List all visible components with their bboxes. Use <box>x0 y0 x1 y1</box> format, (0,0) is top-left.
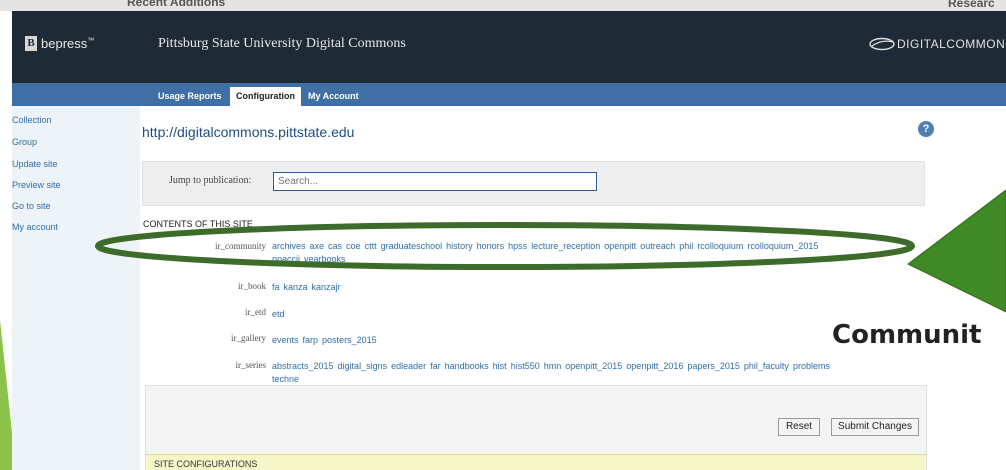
publication-link[interactable]: hpss <box>508 241 527 251</box>
background-slide-strip: Recent Additions Researc <box>0 0 1006 11</box>
behind-heading: Recent Additions <box>127 0 226 9</box>
publication-link[interactable]: yearbooks <box>304 254 346 264</box>
ir-book-links-line1: fa kanza kanzajr <box>272 281 912 294</box>
row-label-ir-series: ir_series <box>235 360 267 370</box>
site-configurations-bar[interactable]: SITE CONFIGURATIONS <box>146 454 926 470</box>
publication-link[interactable]: phil <box>679 241 693 251</box>
digital-commons-swoosh-icon <box>869 37 895 51</box>
publication-link[interactable]: handbooks <box>445 361 489 371</box>
ir-etd-links-line1: etd <box>272 308 912 321</box>
publication-link[interactable]: abstracts_2015 <box>272 361 334 371</box>
tab-my-account[interactable]: My Account <box>302 87 365 106</box>
row-label-ir-gallery: ir_gallery <box>231 333 266 343</box>
jump-to-publication-label: Jump to publication: <box>169 175 252 186</box>
ir-community-links-line1: archives axe cas coe cttt graduateschool histo… <box>272 240 912 253</box>
publication-link[interactable]: far <box>430 361 441 371</box>
publication-link[interactable]: rcolloquium <box>697 241 743 251</box>
sidebar-item-update-site[interactable]: Update site <box>12 159 58 169</box>
publication-link[interactable]: rcolloquium_2015 <box>747 241 818 251</box>
publication-link[interactable]: phil_faculty <box>744 361 789 371</box>
sidebar-item-preview-site[interactable]: Preview site <box>12 180 61 190</box>
tab-usage-reports[interactable]: Usage Reports <box>152 87 228 106</box>
ir-gallery-links: events farp posters_2015 <box>272 334 912 347</box>
ir-community-links: archives axe cas coe cttt graduateschool histo… <box>272 240 912 266</box>
publication-link[interactable]: events <box>272 335 299 345</box>
publication-link[interactable]: fa <box>272 282 280 292</box>
publication-link[interactable]: outreach <box>640 241 675 251</box>
sidebar-item-collection[interactable]: Collection <box>12 115 52 125</box>
jump-to-publication-panel: Jump to publication: <box>142 161 925 206</box>
publication-link[interactable]: posters_2015 <box>322 335 377 345</box>
publication-link[interactable]: openpitt_2015 <box>565 361 622 371</box>
submit-changes-button[interactable]: Submit Changes <box>831 418 919 436</box>
site-configurations-label: SITE CONFIGURATIONS <box>154 459 258 469</box>
tab-configuration[interactable]: Configuration <box>230 87 301 106</box>
ir-community-links-line2: ppaccij yearbooks <box>272 253 912 266</box>
publication-link[interactable]: kanza <box>284 282 308 292</box>
publication-link[interactable]: hist <box>493 361 507 371</box>
row-label-ir-book: ir_book <box>238 281 266 291</box>
nav-bar: Usage Reports Configuration My Account <box>12 83 1006 106</box>
publication-link[interactable]: archives <box>272 241 306 251</box>
bepress-logo-text: bepress™ <box>41 36 95 51</box>
ir-etd-links: etd <box>272 308 912 321</box>
ir-series-links-line1: abstracts_2015 digital_signs edleader far ha… <box>272 360 912 373</box>
site-url[interactable]: http://digitalcommons.pittstate.edu <box>142 124 354 140</box>
publication-link[interactable]: problems <box>793 361 830 371</box>
row-label-ir-etd: ir_etd <box>245 307 266 317</box>
digital-commons-logo: DIGITALCOMMONS <box>869 37 1006 51</box>
ir-gallery-links-line1: events farp posters_2015 <box>272 334 912 347</box>
behind-heading-right: Researc <box>948 0 995 10</box>
publication-link[interactable]: digital_signs <box>338 361 388 371</box>
publication-link[interactable]: kanzajr <box>312 282 341 292</box>
publication-link[interactable]: farp <box>303 335 319 345</box>
publication-link[interactable]: techne <box>272 374 299 384</box>
publication-link[interactable]: ppaccij <box>272 254 300 264</box>
row-label-ir-community: ir_community <box>215 241 266 251</box>
reset-button[interactable]: Reset <box>778 418 820 436</box>
publication-link[interactable]: coe <box>346 241 361 251</box>
publication-link[interactable]: edleader <box>391 361 426 371</box>
browser-screenshot: B bepress™ Pittsburg State University Di… <box>12 11 1006 470</box>
publication-link[interactable]: history <box>446 241 473 251</box>
ir-book-links: fa kanza kanzajr <box>272 281 912 294</box>
ir-series-links: abstracts_2015 digital_signs edleader far ha… <box>272 360 912 386</box>
publication-link[interactable]: graduateschool <box>381 241 443 251</box>
publication-link[interactable]: cttt <box>365 241 377 251</box>
bepress-logo[interactable]: B bepress™ <box>25 36 94 51</box>
sidebar-item-my-account[interactable]: My account <box>12 222 58 232</box>
publication-link[interactable]: papers_2015 <box>687 361 740 371</box>
publication-link[interactable]: openpitt_2016 <box>626 361 683 371</box>
publication-link[interactable]: cas <box>328 241 342 251</box>
contents-heading: CONTENTS OF THIS SITE <box>143 219 253 229</box>
publication-link[interactable]: lecture_reception <box>531 241 600 251</box>
sidebar-item-go-to-site[interactable]: Go to site <box>12 201 51 211</box>
search-input[interactable] <box>273 172 597 191</box>
publication-link[interactable]: axe <box>310 241 325 251</box>
sidebar-item-group[interactable]: Group <box>12 137 37 147</box>
publication-link[interactable]: etd <box>272 309 285 319</box>
help-icon[interactable]: ? <box>918 121 934 137</box>
top-header: B bepress™ Pittsburg State University Di… <box>12 11 1006 83</box>
sidebar: Collection Group Update site Preview sit… <box>12 106 140 470</box>
publication-link[interactable]: hist550 <box>511 361 540 371</box>
publication-link[interactable]: honors <box>477 241 505 251</box>
site-title: Pittsburg State University Digital Commo… <box>158 36 406 51</box>
bepress-logo-mark: B <box>25 36 37 51</box>
digital-commons-logo-text: DIGITALCOMMONS <box>897 37 1006 51</box>
publication-link[interactable]: openpitt <box>604 241 636 251</box>
community-callout-text: Communit <box>832 320 982 350</box>
configuration-panel: Reset Submit Changes SITE CONFIGURATIONS <box>145 385 927 470</box>
publication-link[interactable]: hmn <box>544 361 562 371</box>
